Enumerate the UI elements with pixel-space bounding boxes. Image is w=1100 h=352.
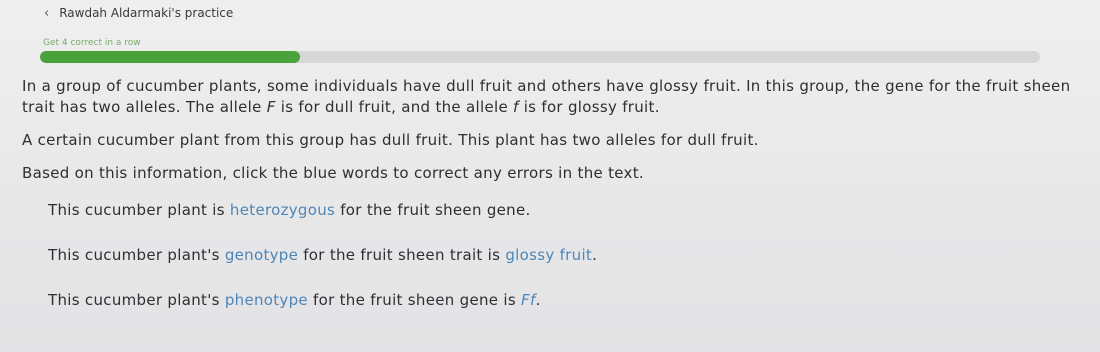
clickable-word-phenotype[interactable]: phenotype [225,291,308,309]
clickable-word-glossy-fruit[interactable]: glossy fruit [505,246,592,264]
practice-page: ‹ Rawdah Aldarmaki's practice Get 4 corr… [0,0,1100,352]
statement-3: This cucumber plant's phenotype for the … [48,290,1082,311]
statement-text: for the fruit sheen gene. [335,201,531,219]
progress-fill [40,51,300,63]
allele-dominant: F [266,98,276,116]
clickable-word-genotype[interactable]: genotype [225,246,298,264]
intro-text-3: is for glossy fruit. [518,98,660,116]
statement-1: This cucumber plant is heterozygous for … [48,200,1082,221]
streak-label: Get 4 correct in a row [43,38,141,48]
statement-text: This cucumber plant's [48,291,225,309]
statement-text: . [535,291,541,309]
statement-text: This cucumber plant is [48,201,230,219]
statement-text: for the fruit sheen gene is [307,291,522,309]
statement-text: This cucumber plant's [48,246,225,264]
statement-text: for the fruit sheen trait is [298,246,506,264]
intro-paragraph: In a group of cucumber plants, some indi… [22,76,1082,118]
instruction-text: Based on this information, click the blu… [22,164,644,182]
top-bar: ‹ Rawdah Aldarmaki's practice [0,0,1100,26]
statement-2: This cucumber plant's genotype for the f… [48,245,1082,266]
statement-text: . [592,246,598,264]
back-link[interactable]: ‹ Rawdah Aldarmaki's practice [44,6,233,20]
question-content: In a group of cucumber plants, some indi… [22,76,1082,335]
clickable-word-heterozygous[interactable]: heterozygous [230,201,335,219]
progress-bar [40,51,1040,63]
intro-text-2: is for dull fruit, and the allele [275,98,514,116]
streak-progress: Get 4 correct in a row [40,38,1040,63]
statement-list: This cucumber plant is heterozygous for … [48,200,1082,311]
clickable-word-ff[interactable]: Ff [521,291,536,309]
chevron-left-icon[interactable]: ‹ [44,7,49,20]
context-paragraph: A certain cucumber plant from this group… [22,131,759,149]
practice-title: Rawdah Aldarmaki's practice [59,6,234,20]
